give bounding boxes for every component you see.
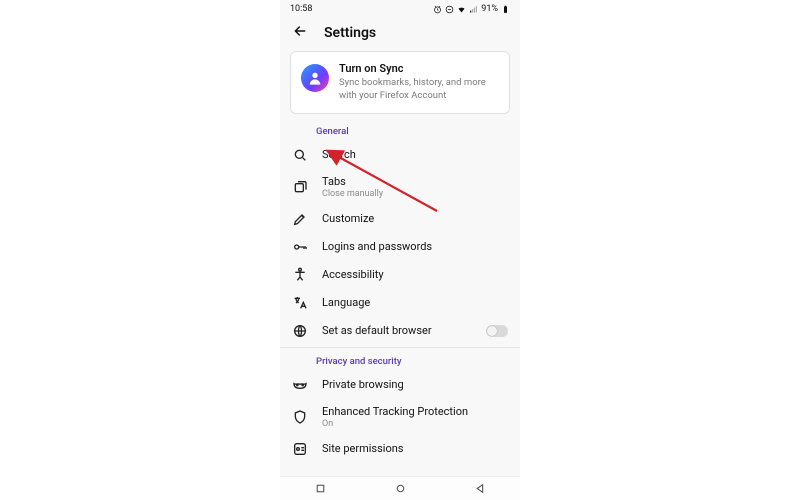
page-title: Settings bbox=[324, 25, 376, 41]
section-label-general: General bbox=[280, 120, 520, 141]
arrow-left-icon bbox=[292, 23, 308, 39]
section-label-privacy: Privacy and security bbox=[280, 350, 520, 371]
shield-icon bbox=[292, 409, 308, 425]
system-nav-bar bbox=[280, 476, 520, 500]
row-accessibility[interactable]: Accessibility bbox=[280, 261, 520, 289]
sync-card[interactable]: Turn on Sync Sync bookmarks, history, an… bbox=[290, 51, 510, 114]
row-etp-sub: On bbox=[322, 419, 508, 429]
row-tabs-label: Tabs bbox=[322, 175, 508, 188]
mask-icon bbox=[292, 377, 308, 393]
sync-card-subtitle: Sync bookmarks, history, and more with y… bbox=[339, 77, 499, 103]
circle-icon bbox=[394, 482, 407, 495]
status-bar: 10:58 91% bbox=[280, 0, 520, 16]
battery-icon bbox=[501, 5, 510, 14]
row-search-label: Search bbox=[322, 148, 508, 161]
accessibility-icon bbox=[292, 267, 308, 283]
row-default-browser[interactable]: Set as default browser bbox=[280, 317, 520, 345]
nav-recent-button[interactable] bbox=[313, 482, 327, 496]
default-browser-toggle[interactable] bbox=[486, 325, 508, 337]
language-icon bbox=[292, 295, 308, 311]
row-tabs-sub: Close manually bbox=[322, 189, 508, 199]
nav-back-button[interactable] bbox=[473, 482, 487, 496]
avatar bbox=[301, 64, 329, 92]
tabs-icon bbox=[292, 179, 308, 195]
row-customize-label: Customize bbox=[322, 212, 508, 225]
divider bbox=[280, 347, 520, 348]
row-site-permissions-label: Site permissions bbox=[322, 442, 508, 455]
row-customize[interactable]: Customize bbox=[280, 205, 520, 233]
status-right: 91% bbox=[433, 4, 510, 14]
brush-icon bbox=[292, 211, 308, 227]
battery-percent: 91% bbox=[481, 4, 498, 14]
square-icon bbox=[314, 482, 327, 495]
globe-icon bbox=[292, 323, 308, 339]
dnd-icon bbox=[445, 5, 454, 14]
signal-icon bbox=[469, 5, 478, 14]
row-tabs[interactable]: Tabs Close manually bbox=[280, 169, 520, 205]
key-icon bbox=[292, 239, 308, 255]
row-default-browser-label: Set as default browser bbox=[322, 324, 472, 337]
permissions-icon bbox=[292, 441, 308, 457]
row-etp-label: Enhanced Tracking Protection bbox=[322, 405, 508, 418]
row-etp[interactable]: Enhanced Tracking Protection On bbox=[280, 399, 520, 435]
sync-card-title: Turn on Sync bbox=[339, 62, 499, 75]
row-private-browsing[interactable]: Private browsing bbox=[280, 371, 520, 399]
row-accessibility-label: Accessibility bbox=[322, 268, 508, 281]
row-search[interactable]: Search bbox=[280, 141, 520, 169]
status-time: 10:58 bbox=[290, 4, 312, 14]
row-private-browsing-label: Private browsing bbox=[322, 378, 508, 391]
alarm-icon bbox=[433, 5, 442, 14]
row-logins-label: Logins and passwords bbox=[322, 240, 508, 253]
row-site-permissions[interactable]: Site permissions bbox=[280, 435, 520, 463]
app-bar: Settings bbox=[280, 16, 520, 51]
triangle-left-icon bbox=[474, 482, 487, 495]
row-language-label: Language bbox=[322, 296, 508, 309]
row-language[interactable]: Language bbox=[280, 289, 520, 317]
settings-scroll[interactable]: Turn on Sync Sync bookmarks, history, an… bbox=[280, 51, 520, 476]
phone-frame: 10:58 91% Settings Turn on Sync Sync boo… bbox=[280, 0, 520, 500]
search-icon bbox=[292, 147, 308, 163]
back-button[interactable] bbox=[292, 23, 308, 43]
person-icon bbox=[307, 70, 323, 86]
wifi-icon bbox=[457, 5, 466, 14]
nav-home-button[interactable] bbox=[393, 482, 407, 496]
row-logins[interactable]: Logins and passwords bbox=[280, 233, 520, 261]
